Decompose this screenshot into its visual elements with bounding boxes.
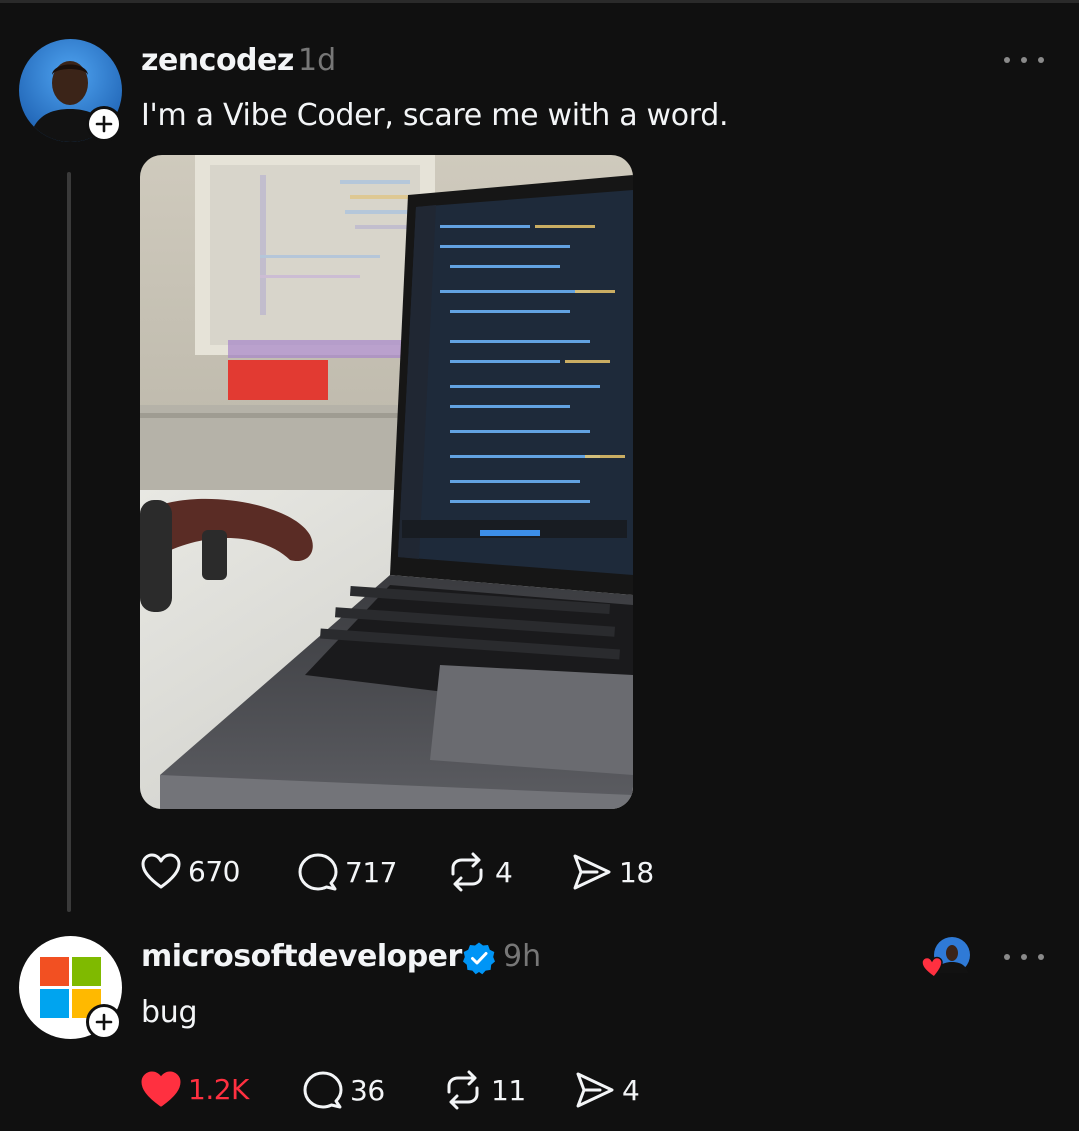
more-options-button[interactable] — [1004, 50, 1044, 70]
verified-badge — [462, 941, 496, 975]
post-image[interactable] — [140, 155, 633, 809]
post-text: bug — [141, 995, 198, 1030]
comment-count: 717 — [345, 855, 397, 889]
send-icon — [573, 854, 611, 890]
dot — [1004, 954, 1010, 960]
post-text: I'm a Vibe Coder, scare me with a word. — [141, 98, 729, 133]
dot — [1021, 954, 1027, 960]
send-icon — [576, 1072, 614, 1108]
username[interactable]: microsoftdeveloper — [141, 939, 462, 974]
heart-icon — [141, 853, 181, 889]
share-button[interactable]: 18 — [571, 852, 654, 892]
like-count: 670 — [188, 854, 240, 888]
repost-icon — [451, 852, 483, 892]
post-time: 1d — [298, 43, 337, 78]
share-count: 18 — [619, 855, 654, 889]
repost-button[interactable]: 4 — [445, 852, 513, 892]
plus-icon — [95, 115, 113, 133]
comment-bubble-icon — [298, 853, 338, 891]
repost-count: 11 — [491, 1073, 526, 1107]
comment-count: 36 — [350, 1073, 385, 1107]
username[interactable]: zencodez — [141, 43, 294, 78]
thread-line — [67, 172, 71, 912]
follow-plus-button[interactable] — [86, 1004, 122, 1040]
follow-plus-button[interactable] — [86, 106, 122, 142]
repost-count: 4 — [495, 855, 513, 889]
like-count: 1.2K — [188, 1072, 249, 1106]
liked-by-avatar[interactable] — [920, 937, 974, 981]
comment-button[interactable]: 36 — [302, 1070, 385, 1110]
heart-filled-icon — [141, 1071, 181, 1107]
more-options-button[interactable] — [1004, 947, 1044, 967]
verified-check-icon — [463, 942, 495, 975]
laptop-photo-icon — [140, 155, 633, 809]
plus-icon — [95, 1013, 113, 1031]
comment-bubble-icon — [303, 1071, 343, 1109]
comment-button[interactable]: 717 — [297, 852, 397, 892]
dot — [1004, 57, 1010, 63]
like-button[interactable]: 1.2K — [140, 1070, 249, 1108]
post-time: 9h — [503, 939, 542, 974]
share-count: 4 — [622, 1073, 640, 1107]
dot — [1021, 57, 1027, 63]
repost-icon — [447, 1070, 479, 1110]
liked-by-avatar-icon — [921, 937, 970, 979]
like-button[interactable]: 670 — [140, 852, 240, 890]
share-button[interactable]: 4 — [574, 1070, 640, 1110]
dot — [1038, 954, 1044, 960]
dot — [1038, 57, 1044, 63]
repost-button[interactable]: 11 — [441, 1070, 526, 1110]
top-divider — [0, 0, 1079, 3]
